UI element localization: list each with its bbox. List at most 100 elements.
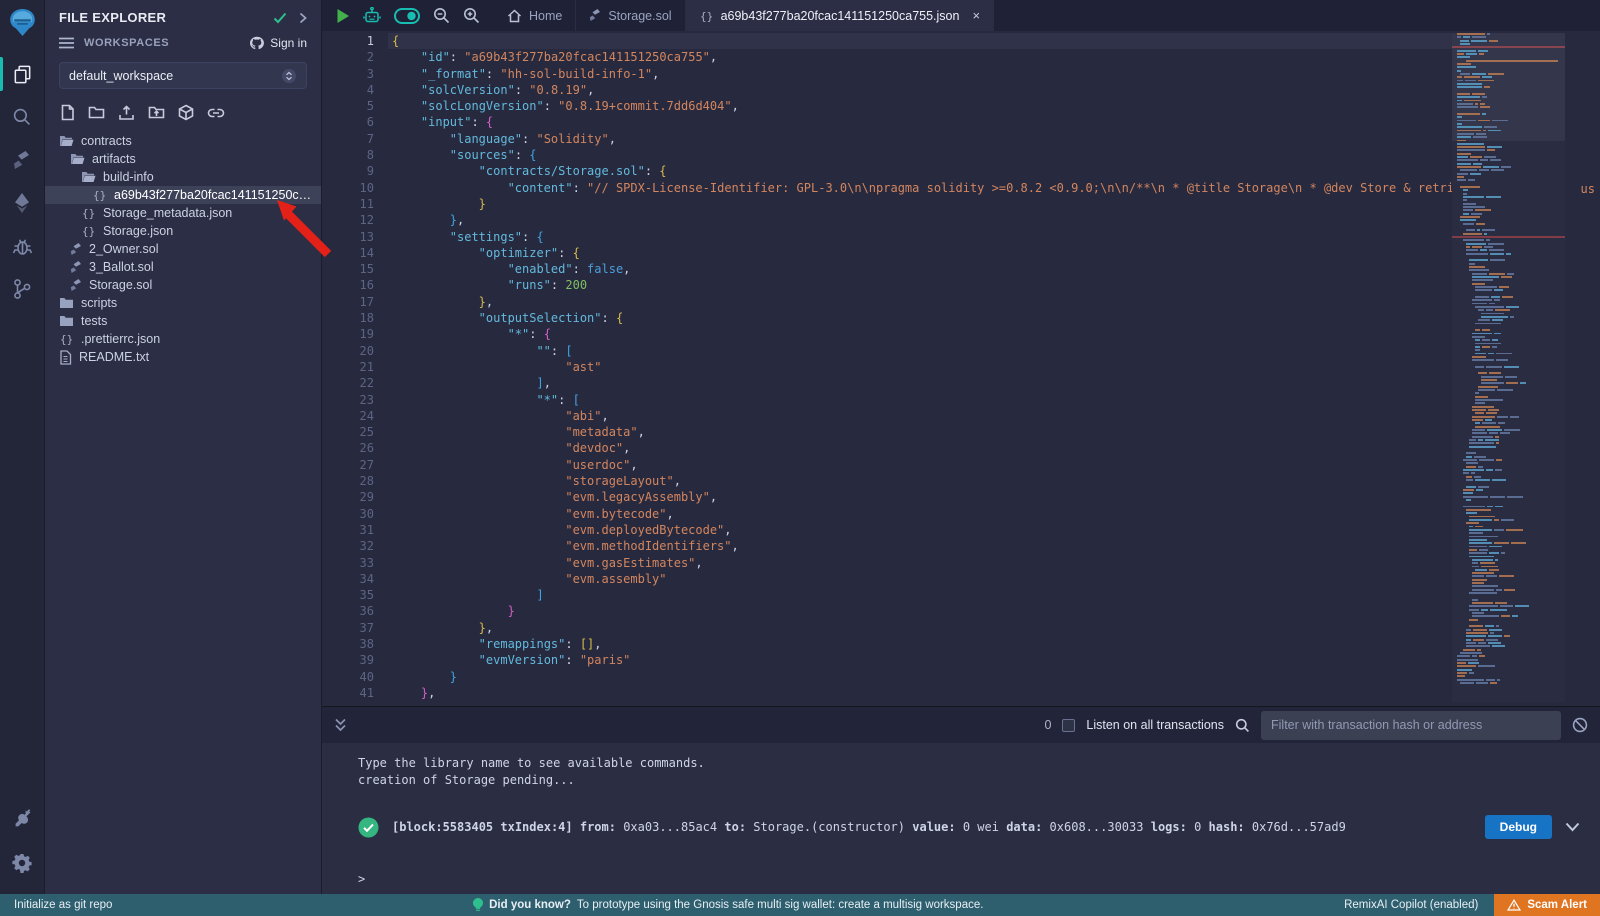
tree-item-label: contracts	[81, 134, 132, 148]
tree-item-readme-txt[interactable]: README.txt	[45, 348, 321, 366]
tree-item-storage-metadata-json[interactable]: {}Storage_metadata.json	[45, 204, 321, 222]
minimap-row	[1452, 579, 1565, 581]
ban-icon[interactable]	[1572, 717, 1588, 733]
minimap-row	[1452, 402, 1565, 404]
code-line-18: "outputSelection": {	[392, 310, 1452, 326]
link-icon[interactable]	[207, 104, 225, 121]
tree-item-build-info[interactable]: build-info	[45, 168, 321, 186]
minimap-row	[1452, 369, 1565, 371]
tree-item-3-ballot-sol[interactable]: 3_Ballot.sol	[45, 258, 321, 276]
new-folder-icon[interactable]	[88, 104, 105, 121]
tab-storage-sol[interactable]: Storage.sol	[576, 0, 685, 31]
minimap-row	[1452, 669, 1565, 671]
debug-button[interactable]: Debug	[1485, 815, 1552, 839]
check-icon	[273, 12, 287, 24]
tree-item-label: Storage_metadata.json	[103, 206, 232, 220]
scam-alert-label: Scam Alert	[1527, 899, 1587, 911]
tree-item--prettierrc-json[interactable]: {}.prettierrc.json	[45, 330, 321, 348]
code-line-38: "remappings": [],	[392, 636, 1452, 652]
activity-item-file-explorer[interactable]	[0, 59, 45, 89]
minimap-row	[1452, 426, 1565, 428]
new-file-icon[interactable]	[60, 104, 75, 121]
activity-item-settings[interactable]	[0, 848, 45, 878]
editor-controls	[322, 0, 494, 31]
minimap-row	[1452, 386, 1565, 388]
activity-item-solidity-compiler[interactable]	[0, 145, 45, 175]
minimap-row	[1452, 659, 1565, 661]
expand-transaction-icon[interactable]	[1565, 822, 1580, 832]
workspace-select[interactable]: default_workspace	[59, 62, 307, 89]
listen-checkbox[interactable]	[1062, 719, 1075, 732]
upload-file-icon[interactable]	[118, 104, 135, 121]
terminal-content[interactable]: Type the library name to see available c…	[322, 743, 1600, 894]
transaction-summary[interactable]: [block:5583405 txIndex:4] from: 0xa03...…	[392, 820, 1346, 834]
upload-folder-icon[interactable]	[148, 104, 165, 121]
minimap-row	[1452, 612, 1565, 614]
remixai-robot-icon[interactable]	[363, 7, 381, 25]
code-line-31: "evm.deployedBytecode",	[392, 522, 1452, 538]
minimap[interactable]	[1452, 33, 1565, 702]
tab-a69b43f277ba20fcac141151250ca755-json[interactable]: {}a69b43f277ba20fcac141151250ca755.json×	[686, 0, 994, 31]
ipfs-box-icon[interactable]	[178, 104, 194, 121]
minimap-row	[1452, 333, 1565, 335]
code-line-19: "*": {	[392, 326, 1452, 342]
activity-item-debugger[interactable]	[0, 231, 45, 261]
tree-item-2-owner-sol[interactable]: 2_Owner.sol	[45, 240, 321, 258]
tree-item-contracts[interactable]: contracts	[45, 132, 321, 150]
run-script-icon[interactable]	[336, 8, 350, 24]
code-line-33: "evm.gasEstimates",	[392, 555, 1452, 571]
tree-item-storage-sol[interactable]: Storage.sol	[45, 276, 321, 294]
minimap-row	[1452, 489, 1565, 491]
tree-item-a69b43f277ba20fcac141151250ca7-[interactable]: {}a69b43f277ba20fcac141151250ca7...	[45, 186, 321, 204]
theme-toggle-icon[interactable]	[394, 8, 420, 24]
activity-item-search[interactable]	[0, 102, 45, 132]
scam-alert-button[interactable]: Scam Alert	[1494, 894, 1600, 916]
minimap-row	[1452, 323, 1565, 325]
minimap-row	[1452, 226, 1565, 228]
workspaces-label: WORKSPACES	[84, 37, 239, 49]
transaction-filter-input[interactable]	[1261, 711, 1561, 740]
tree-item-artifacts[interactable]: artifacts	[45, 150, 321, 168]
minimap-row	[1452, 189, 1565, 191]
plugin-manager-icon	[12, 807, 33, 828]
hamburger-menu-icon[interactable]	[59, 37, 74, 49]
github-sign-in[interactable]: Sign in	[249, 36, 307, 50]
tree-item-scripts[interactable]: scripts	[45, 294, 321, 312]
git-init-link[interactable]: Initialize as git repo	[0, 899, 112, 911]
tree-item-tests[interactable]: tests	[45, 312, 321, 330]
terminal-prompt[interactable]: >	[358, 872, 1586, 886]
minimap-row	[1452, 599, 1565, 601]
tree-item-label: README.txt	[79, 350, 149, 364]
tree-item-storage-json[interactable]: {}Storage.json	[45, 222, 321, 240]
activity-item-deploy-run[interactable]	[0, 188, 45, 218]
code-content[interactable]: {"id": "a69b43f277ba20fcac141151250ca755…	[392, 33, 1452, 706]
activity-item-git[interactable]	[0, 274, 45, 304]
file-tree: contracts artifactsbuild-info{}a69b43f277…	[45, 132, 321, 366]
tab-home[interactable]: Home	[494, 0, 576, 31]
tip-text: To prototype using the Gnosis safe multi…	[577, 899, 984, 911]
remix-logo-icon[interactable]	[7, 7, 38, 43]
zoom-out-icon[interactable]	[433, 7, 450, 24]
minimap-row	[1452, 379, 1565, 381]
chevron-right-icon[interactable]	[299, 12, 307, 24]
solidity-icon	[70, 279, 82, 292]
minimap-row	[1452, 662, 1565, 664]
zoom-in-icon[interactable]	[463, 7, 480, 24]
tx-block-label: [block:5583405 txIndex:4]	[392, 820, 573, 834]
minimap-row	[1452, 186, 1565, 188]
search-icon[interactable]	[1235, 718, 1250, 733]
workspace-name: default_workspace	[69, 69, 281, 83]
minimap-row	[1452, 372, 1565, 374]
minimap-row	[1452, 416, 1565, 418]
activity-item-plugin-manager[interactable]	[0, 802, 45, 832]
minimap-row	[1452, 233, 1565, 235]
minimap-row	[1452, 309, 1565, 311]
copilot-status[interactable]: RemixAI Copilot (enabled)	[1344, 899, 1478, 911]
minimap-row	[1452, 512, 1565, 514]
minimap-row	[1452, 432, 1565, 434]
close-tab-icon[interactable]: ×	[972, 9, 980, 22]
minimap-row	[1452, 486, 1565, 488]
minimap-row	[1452, 243, 1565, 245]
tree-item-label: scripts	[81, 296, 117, 310]
collapse-terminal-icon[interactable]	[334, 718, 347, 732]
